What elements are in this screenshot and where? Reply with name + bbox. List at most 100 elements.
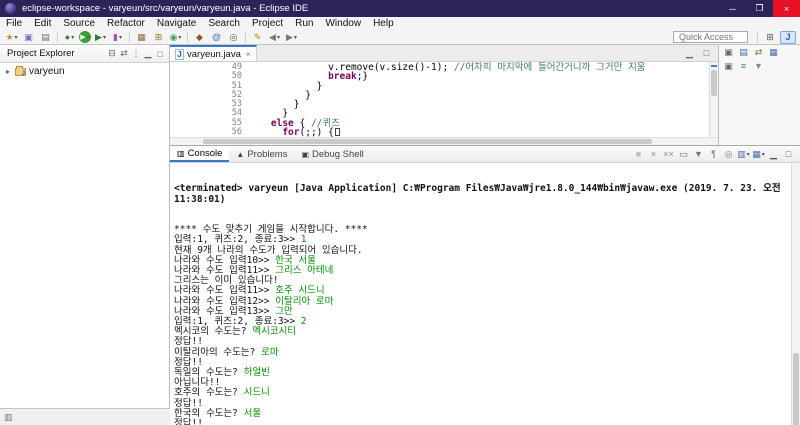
jar-icon[interactable]: ◆: [192, 31, 207, 44]
back-icon-glyph: ◀: [269, 31, 276, 42]
remove-all-launches-icon[interactable]: ××: [662, 148, 675, 161]
word-wrap-icon[interactable]: ¶: [707, 148, 720, 161]
new-java-project-icon[interactable]: ▦: [134, 31, 149, 44]
menu-project[interactable]: Project: [246, 18, 289, 29]
menu-source[interactable]: Source: [57, 18, 101, 29]
console-input-text: 시드니: [243, 387, 270, 399]
close-tab-icon[interactable]: ×: [246, 50, 251, 59]
expander-icon[interactable]: ▸: [6, 67, 15, 76]
console-scroll-thumb[interactable]: [793, 352, 799, 425]
pin-console-icon[interactable]: ◎: [722, 148, 735, 161]
overview-marker: [711, 65, 717, 67]
tab-problems[interactable]: ▲ Problems: [229, 146, 294, 162]
code-text[interactable]: for(;;) {: [248, 128, 340, 137]
minimized-views-strip: ▣ ▤ ⇄ ▦ ▣ ≡ ▼: [718, 45, 800, 145]
connect-task-icon[interactable]: ⇄: [752, 46, 765, 58]
debug-icon-glyph: ●: [64, 32, 71, 42]
forward-icon[interactable]: ▶ ▾: [284, 31, 299, 44]
view-menu-icon[interactable]: ⋮: [130, 47, 142, 60]
editor-hscroll-thumb[interactable]: [202, 139, 653, 144]
restore-task-list-icon[interactable]: ▣: [722, 46, 735, 58]
editor-tab-varyeun[interactable]: J varyeun.java ×: [170, 45, 257, 61]
outline-icon[interactable]: ≡: [737, 60, 750, 72]
quick-access-input[interactable]: Quick Access: [672, 31, 748, 43]
coverage-icon[interactable]: ▮ ▾: [110, 31, 125, 44]
maximize-window-button[interactable]: ❐: [746, 0, 773, 17]
editor-scroll-thumb[interactable]: [711, 70, 717, 96]
maximize-editor-icon[interactable]: □: [699, 47, 714, 60]
last-edit-location-icon-glyph: ✎: [253, 31, 262, 42]
debug-icon[interactable]: ● ▾: [62, 31, 77, 44]
java-perspective-icon[interactable]: J: [780, 30, 796, 44]
collapse-all-icon[interactable]: ⊟: [106, 47, 118, 60]
maximize-console-icon[interactable]: □: [782, 148, 795, 161]
dropdown-arrow-icon: ▾: [276, 34, 280, 41]
new-class-icon-glyph: ◉: [169, 31, 178, 42]
console-input-text: 하얼빈: [243, 367, 270, 379]
editor-row: J varyeun.java × ▁ □ 49 v.remove(v.size(…: [170, 45, 800, 145]
javadoc-icon-glyph: @: [211, 32, 222, 42]
editor-vertical-scrollbar[interactable]: [709, 62, 718, 137]
new-package-icon[interactable]: ⊞: [151, 31, 166, 44]
task-list-icon[interactable]: ▤: [737, 46, 750, 58]
link-with-editor-icon[interactable]: ⇄: [118, 47, 130, 60]
close-window-button[interactable]: ×: [773, 0, 800, 17]
console-vertical-scrollbar[interactable]: [791, 163, 800, 425]
open-console-icon[interactable]: ▦ ▾: [752, 148, 765, 161]
java-perspective-icon-glyph: J: [785, 32, 791, 42]
run-icon[interactable]: ▶ ▾: [79, 31, 91, 43]
menu-search[interactable]: Search: [202, 18, 246, 29]
minimize-editor-icon[interactable]: ▁: [682, 47, 697, 60]
external-tools-icon[interactable]: ▶ ▾: [93, 31, 108, 44]
editor-presentation-icon[interactable]: ▥: [4, 412, 13, 423]
console-output-text: 정답!!: [174, 418, 203, 425]
clear-console-icon[interactable]: ▭: [677, 148, 690, 161]
tab-debug-shell[interactable]: ▣ Debug Shell: [294, 146, 370, 162]
last-edit-location-icon[interactable]: ✎: [250, 31, 265, 44]
console-line: 한국의 수도는? 서울: [174, 408, 788, 419]
maximize-console-icon-glyph: □: [785, 149, 792, 159]
scroll-lock-icon[interactable]: ▼: [692, 148, 705, 161]
code-line: 56 for(;;) {: [226, 127, 709, 137]
view-menu-icon-glyph: ⋮: [131, 48, 141, 58]
minimize-view-icon[interactable]: ▁: [142, 47, 154, 60]
menu-edit[interactable]: Edit: [28, 18, 57, 29]
main-toolbar: ★ ▾ ▣ ▤ ● ▾ ▶ ▾ ▶ ▾ ▮ ▾ ▦ ⊞ ◉ ▾ ◆ @ ◎ ✎ ◀ ▾ ▶ ▾ Quick Access ⊞ J: [0, 30, 800, 45]
terminate-icon[interactable]: ■: [632, 148, 645, 161]
maximize-view-icon[interactable]: □: [154, 47, 166, 60]
menu-refactor[interactable]: Refactor: [101, 18, 151, 29]
menu-run[interactable]: Run: [289, 18, 319, 29]
new-class-icon[interactable]: ◉ ▾: [168, 31, 183, 44]
javadoc-icon[interactable]: @: [209, 31, 224, 44]
minimize-window-button[interactable]: ─: [719, 0, 746, 17]
restore-outline-icon[interactable]: ▣: [722, 60, 735, 72]
editor-left-margin: [170, 62, 226, 137]
editor-horizontal-scrollbar[interactable]: [170, 137, 718, 145]
open-perspective-icon[interactable]: ⊞: [762, 31, 778, 44]
menu-help[interactable]: Help: [367, 18, 400, 29]
save-icon[interactable]: ▣: [21, 31, 36, 44]
sort-outline-icon[interactable]: ▼: [752, 60, 765, 72]
remove-launch-icon[interactable]: ×: [647, 148, 660, 161]
print-icon[interactable]: ▤: [38, 31, 53, 44]
external-tools-icon-glyph: ▶: [95, 31, 102, 42]
display-console-icon-glyph: ▥: [737, 148, 746, 159]
minimize-console-icon[interactable]: ▁: [767, 148, 780, 161]
back-icon[interactable]: ◀ ▾: [267, 31, 282, 44]
tree-item-varyeun[interactable]: ▸ J varyeun: [0, 65, 169, 78]
code-area[interactable]: 49 v.remove(v.size()-1); //어차피 마지막에 들어간거…: [226, 62, 709, 137]
menu-navigate[interactable]: Navigate: [151, 18, 202, 29]
search-icon[interactable]: ◎: [226, 31, 241, 44]
new-package-icon-glyph: ⊞: [154, 31, 163, 42]
console-output[interactable]: <terminated> varyeun [Java Application] …: [170, 163, 800, 425]
new-wizard-icon[interactable]: ★ ▾: [4, 31, 19, 44]
search-icon-glyph: ◎: [229, 31, 238, 42]
menu-window[interactable]: Window: [319, 18, 367, 29]
tab-console[interactable]: ▥ Console: [170, 146, 230, 162]
display-console-icon[interactable]: ▥ ▾: [737, 148, 750, 161]
task-category-icon[interactable]: ▦: [767, 46, 780, 58]
minimize-console-icon-glyph: ▁: [770, 148, 777, 159]
outline-icon-glyph: ≡: [740, 61, 747, 71]
dropdown-arrow-icon: ▾: [746, 151, 750, 158]
menu-file[interactable]: File: [0, 18, 28, 29]
